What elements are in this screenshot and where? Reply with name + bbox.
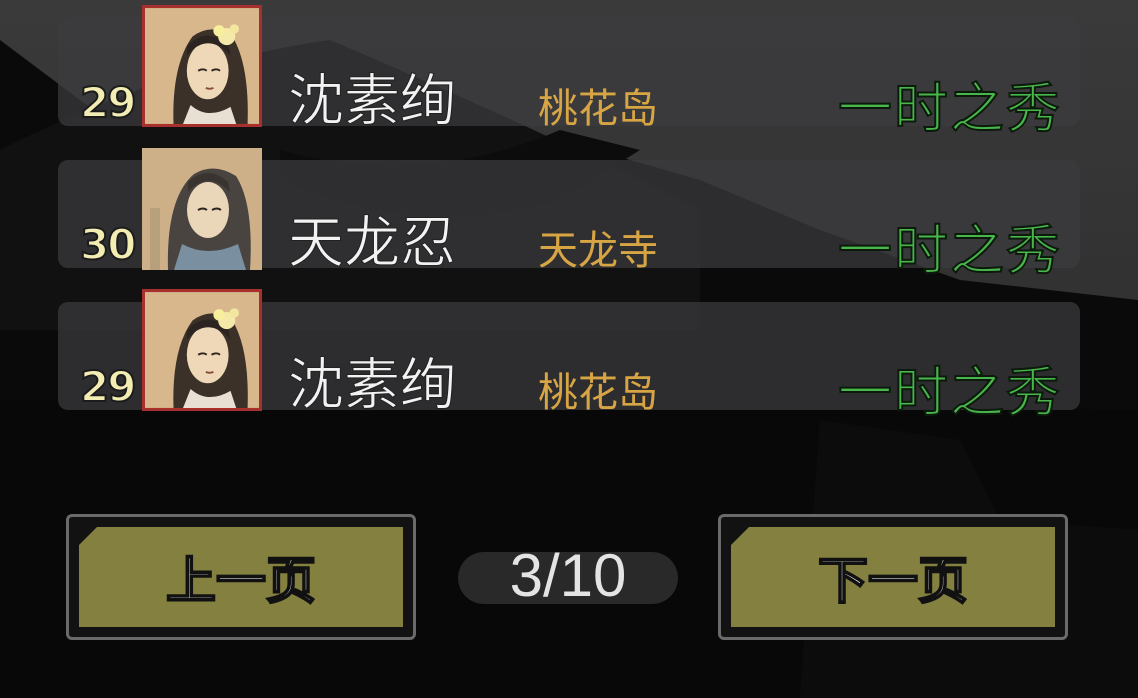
page-indicator: 3/10 xyxy=(509,542,627,609)
rank-title: 一时之秀 xyxy=(837,360,1062,425)
player-name: 沈素绚 xyxy=(288,353,457,419)
female-flower-portrait-icon xyxy=(142,289,262,411)
player-level: 30 xyxy=(79,219,137,270)
sect-name: 桃花岛 xyxy=(538,370,658,416)
player-level: 29 xyxy=(79,77,137,128)
prev-page-label: 上一页 xyxy=(165,551,317,611)
player-name: 天龙忍 xyxy=(288,211,457,277)
sect-name: 桃花岛 xyxy=(538,86,658,132)
male-monk-portrait-icon xyxy=(142,148,262,270)
rank-title: 一时之秀 xyxy=(837,76,1062,141)
rank-title: 一时之秀 xyxy=(837,218,1062,283)
list-item[interactable]: 29 沈素绚 桃花岛 一时之秀 xyxy=(58,289,1080,425)
player-level: 29 xyxy=(79,361,137,412)
list-item[interactable]: 29 沈素绚 桃花岛 一时之秀 xyxy=(58,5,1080,141)
female-flower-portrait-icon xyxy=(142,5,262,127)
next-page-button[interactable]: 下一页 xyxy=(718,514,1068,640)
list-item[interactable]: 30 天龙忍 天龙寺 一时之秀 xyxy=(58,148,1080,283)
prev-page-button[interactable]: 上一页 xyxy=(66,514,416,640)
player-name: 沈素绚 xyxy=(288,69,457,135)
next-page-label: 下一页 xyxy=(817,551,969,611)
sect-name: 天龙寺 xyxy=(538,228,658,274)
